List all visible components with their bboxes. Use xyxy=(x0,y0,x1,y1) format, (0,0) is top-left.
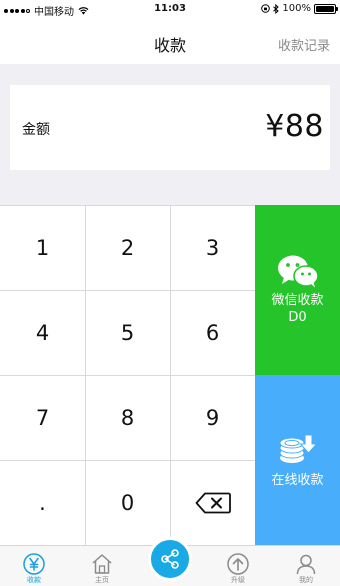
amount-display: 金额 ¥88 xyxy=(10,85,330,170)
key-1[interactable]: 1 xyxy=(0,205,85,290)
battery-icon xyxy=(314,3,338,14)
records-link[interactable]: 收款记录 xyxy=(278,35,330,54)
tab-profile[interactable]: 我的 xyxy=(272,546,340,586)
yen-icon xyxy=(23,553,45,575)
battery-percent: 100% xyxy=(282,3,311,14)
tab-home[interactable]: 主页 xyxy=(68,546,136,586)
share-icon xyxy=(161,549,179,569)
key-6[interactable]: 6 xyxy=(170,290,255,375)
key-4[interactable]: 4 xyxy=(0,290,85,375)
backspace-icon xyxy=(195,492,231,513)
wechat-settlement-label: D0 xyxy=(288,310,307,325)
key-2[interactable]: 2 xyxy=(85,205,170,290)
tab-label: 我的 xyxy=(299,576,313,584)
status-bar: 中国移动 11:03 100% xyxy=(0,0,340,18)
online-collect-button[interactable]: 在线收款 xyxy=(255,375,340,545)
key-3[interactable]: 3 xyxy=(170,205,255,290)
home-icon xyxy=(92,554,112,574)
tab-label: 主页 xyxy=(95,576,109,584)
orientation-lock-icon xyxy=(261,4,271,13)
share-button[interactable] xyxy=(148,537,192,581)
key-0[interactable]: 0 xyxy=(85,460,170,545)
number-keypad: 1 2 3 4 5 6 7 8 9 . 0 xyxy=(0,205,255,545)
key-8[interactable]: 8 xyxy=(85,375,170,460)
tab-label: 升级 xyxy=(231,576,245,584)
wechat-icon xyxy=(277,255,319,288)
amount-label: 金额 xyxy=(22,122,50,138)
amount-value: ¥88 xyxy=(265,109,324,144)
tab-collect[interactable]: 收款 xyxy=(0,546,68,586)
key-9[interactable]: 9 xyxy=(170,375,255,460)
tab-upgrade[interactable]: 升级 xyxy=(204,546,272,586)
nav-bar: 收款 收款记录 xyxy=(0,18,340,64)
upgrade-icon xyxy=(227,553,249,575)
backspace-button[interactable] xyxy=(170,460,255,545)
key-7[interactable]: 7 xyxy=(0,375,85,460)
wechat-collect-label: 微信收款 xyxy=(271,293,324,308)
key-5[interactable]: 5 xyxy=(85,290,170,375)
online-collect-label: 在线收款 xyxy=(271,472,324,488)
tab-label: 收款 xyxy=(27,576,41,584)
user-icon xyxy=(296,554,316,575)
status-right: 100% xyxy=(261,3,338,14)
coins-download-icon xyxy=(279,434,318,463)
wechat-collect-button[interactable]: 微信收款 D0 xyxy=(255,205,340,375)
bluetooth-icon xyxy=(273,3,280,14)
key-decimal[interactable]: . xyxy=(0,460,85,545)
